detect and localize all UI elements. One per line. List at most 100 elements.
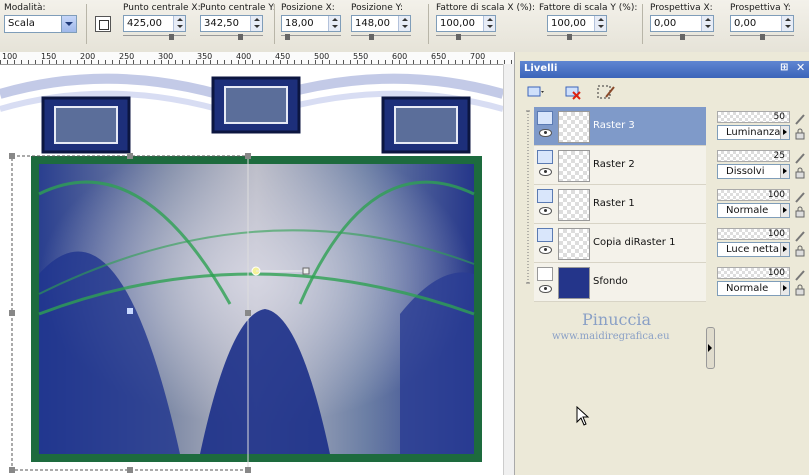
spin-arrows-icon[interactable]	[398, 16, 410, 31]
layer-visibility-icon[interactable]	[537, 111, 553, 125]
layer-visibility-icon[interactable]	[537, 150, 553, 164]
brush-icon[interactable]	[794, 152, 806, 164]
chevron-down-icon[interactable]	[61, 16, 76, 32]
brush-icon[interactable]	[794, 191, 806, 203]
spin-arrows-icon[interactable]	[594, 16, 606, 31]
opacity-value: 50	[773, 112, 785, 122]
eye-icon[interactable]	[539, 246, 552, 254]
opacity-slider[interactable]: 100	[717, 189, 790, 201]
position-x-slider[interactable]	[281, 34, 341, 42]
image-canvas-area[interactable]: 100 150 200 250 300 350 400 450 500 550 …	[0, 52, 515, 475]
layer-item-raster-3[interactable]: Raster 3	[534, 107, 706, 146]
scale-x-label: Fattore di scala X (%):	[436, 3, 536, 13]
lock-icon[interactable]	[794, 284, 806, 296]
position-y-slider[interactable]	[351, 34, 411, 42]
layer-item-sfondo[interactable]: Sfondo	[534, 263, 706, 302]
position-x-input[interactable]: 18,00	[281, 15, 341, 32]
perspective-y-input[interactable]: 0,00	[730, 15, 794, 32]
eye-icon[interactable]	[539, 207, 552, 215]
perspective-x-slider[interactable]	[650, 34, 714, 42]
scale-x-slider[interactable]	[436, 34, 496, 42]
opacity-value: 100	[767, 268, 785, 278]
brush-icon[interactable]	[794, 230, 806, 242]
spin-arrows-icon[interactable]	[701, 16, 713, 31]
lock-icon[interactable]	[794, 128, 806, 140]
eye-icon[interactable]	[539, 129, 552, 137]
lock-icon[interactable]	[794, 245, 806, 257]
scale-x-input[interactable]: 100,00	[436, 15, 496, 32]
opacity-slider[interactable]: 50	[717, 111, 790, 123]
watermark-name: Pinuccia	[582, 310, 652, 329]
spin-arrows-icon[interactable]	[250, 16, 262, 31]
perspective-x-input[interactable]: 0,00	[650, 15, 714, 32]
close-icon[interactable]: ✕	[796, 61, 805, 74]
layer-thumbnail	[558, 228, 590, 260]
layer-properties-column: 50 Luminanza 25 Dissolvi 100 Normale 100…	[714, 107, 809, 475]
layer-list: Raster 3 Raster 2 Raster 1 Copia diRaste…	[522, 107, 708, 475]
spin-arrows-icon[interactable]	[781, 16, 793, 31]
mode-value: Scala	[8, 18, 35, 29]
layers-palette-title: Livelli ⊞ ✕	[520, 61, 809, 78]
chevron-right-icon[interactable]	[780, 126, 789, 139]
new-layer-icon[interactable]	[526, 83, 546, 101]
opacity-value: 100	[767, 190, 785, 200]
opacity-slider[interactable]: 100	[717, 228, 790, 240]
layer-visibility-icon[interactable]	[537, 267, 553, 281]
spin-arrows-icon[interactable]	[483, 16, 495, 31]
layer-item-copia-raster-1[interactable]: Copia diRaster 1	[534, 224, 706, 263]
ruler-label: 700	[470, 52, 486, 61]
scale-y-slider[interactable]	[547, 34, 607, 42]
reset-rectangle-button[interactable]	[95, 16, 111, 32]
layer-visibility-icon[interactable]	[537, 189, 553, 203]
mouse-cursor-icon	[576, 406, 590, 426]
chevron-right-icon[interactable]	[780, 165, 789, 178]
canvas-image[interactable]	[0, 64, 503, 475]
blend-mode-select[interactable]: Dissolvi	[717, 164, 790, 179]
layer-visibility-icon[interactable]	[537, 228, 553, 242]
brush-icon[interactable]	[794, 113, 806, 125]
blend-mode-select[interactable]: Luce netta	[717, 242, 790, 257]
tool-options-bar: Modalità: Scala Punto centrale X: 425,00…	[0, 0, 809, 53]
spin-arrows-icon[interactable]	[328, 16, 340, 31]
lock-icon[interactable]	[794, 206, 806, 218]
ruler-label: 500	[314, 52, 330, 61]
pin-icon[interactable]: ⊞	[780, 62, 788, 73]
position-y-input[interactable]: 148,00	[351, 15, 411, 32]
center-x-slider[interactable]	[123, 34, 186, 42]
chevron-right-icon[interactable]	[780, 243, 789, 256]
layer-props-sfondo: 100 Normale	[714, 263, 809, 301]
blend-mode-select[interactable]: Normale	[717, 203, 790, 218]
spin-arrows-icon[interactable]	[173, 16, 185, 31]
eye-icon[interactable]	[539, 168, 552, 176]
chevron-right-icon[interactable]	[780, 204, 789, 217]
brush-icon[interactable]	[794, 269, 806, 281]
opacity-slider[interactable]: 100	[717, 267, 790, 279]
blend-mode-select[interactable]: Normale	[717, 281, 790, 296]
center-y-slider[interactable]	[200, 34, 263, 42]
ruler-label: 600	[392, 52, 408, 61]
layer-thumbnail	[558, 189, 590, 221]
layer-name: Copia diRaster 1	[593, 237, 676, 248]
center-x-input[interactable]: 425,00	[123, 15, 186, 32]
palette-expand-button[interactable]	[706, 327, 715, 369]
perspective-x-label: Prospettiva X:	[650, 3, 713, 13]
delete-layer-icon[interactable]	[564, 83, 584, 101]
blend-mode-value: Normale	[726, 283, 769, 294]
blend-mode-select[interactable]: Luminanza	[717, 125, 790, 140]
opacity-slider[interactable]: 25	[717, 150, 790, 162]
scale-y-input[interactable]: 100,00	[547, 15, 607, 32]
layer-item-raster-2[interactable]: Raster 2	[534, 146, 706, 185]
center-x-label: Punto centrale X:	[123, 3, 201, 13]
center-y-input[interactable]: 342,50	[200, 15, 263, 32]
layer-name: Raster 3	[593, 120, 635, 131]
scale-x-value: 100,00	[440, 18, 475, 29]
perspective-y-slider[interactable]	[730, 34, 794, 42]
lock-icon[interactable]	[794, 167, 806, 179]
eye-icon[interactable]	[539, 285, 552, 293]
edit-selection-icon[interactable]	[596, 83, 616, 101]
chevron-right-icon[interactable]	[780, 282, 789, 295]
mode-select[interactable]: Scala	[4, 15, 77, 33]
blend-mode-value: Normale	[726, 205, 769, 216]
blend-mode-value: Luce netta	[726, 244, 780, 255]
layer-item-raster-1[interactable]: Raster 1	[534, 185, 706, 224]
